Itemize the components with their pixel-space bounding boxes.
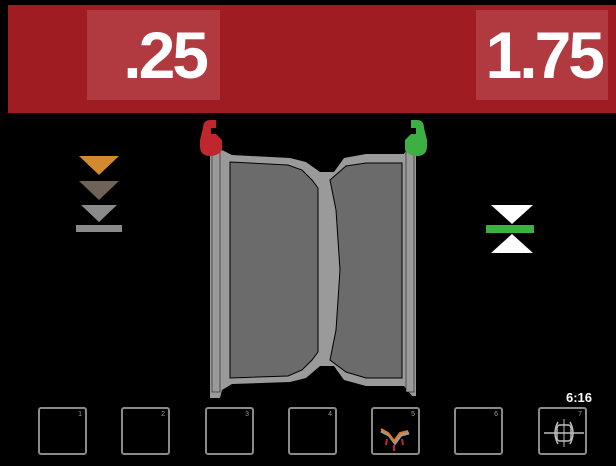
- middle-triangle-icon: [79, 181, 119, 200]
- wheel-rim-icon: [544, 419, 584, 447]
- function-key-7[interactable]: 7: [538, 407, 587, 455]
- function-key-2[interactable]: 2: [121, 407, 170, 455]
- right-plane-indicator: [486, 205, 534, 253]
- key-number: 2: [161, 411, 165, 418]
- function-key-5[interactable]: 5: [371, 407, 420, 455]
- bottom-triangle-icon: [491, 234, 533, 253]
- baseline-bar: [76, 225, 122, 232]
- bottom-triangle-icon: [81, 205, 117, 222]
- left-plane-indicator: [76, 156, 122, 232]
- top-triangle-icon: [79, 156, 119, 175]
- key-number: 1: [78, 411, 82, 418]
- function-key-6[interactable]: 6: [454, 407, 503, 455]
- left-clamp-icon: [200, 120, 222, 156]
- function-key-3[interactable]: 3: [205, 407, 254, 455]
- rim-cross-section: [210, 140, 420, 398]
- function-key-1[interactable]: 1: [38, 407, 87, 455]
- key-number: 6: [494, 411, 498, 418]
- weight-position-icon: [380, 428, 410, 451]
- top-triangle-icon: [491, 205, 533, 224]
- key-number: 4: [328, 411, 332, 418]
- center-bar: [486, 225, 534, 233]
- clock-display: 6:16: [566, 390, 593, 405]
- right-clamp-icon: [405, 120, 427, 156]
- key-number: 3: [245, 411, 249, 418]
- wheel-diagram: [76, 120, 534, 398]
- function-key-4[interactable]: 4: [288, 407, 337, 455]
